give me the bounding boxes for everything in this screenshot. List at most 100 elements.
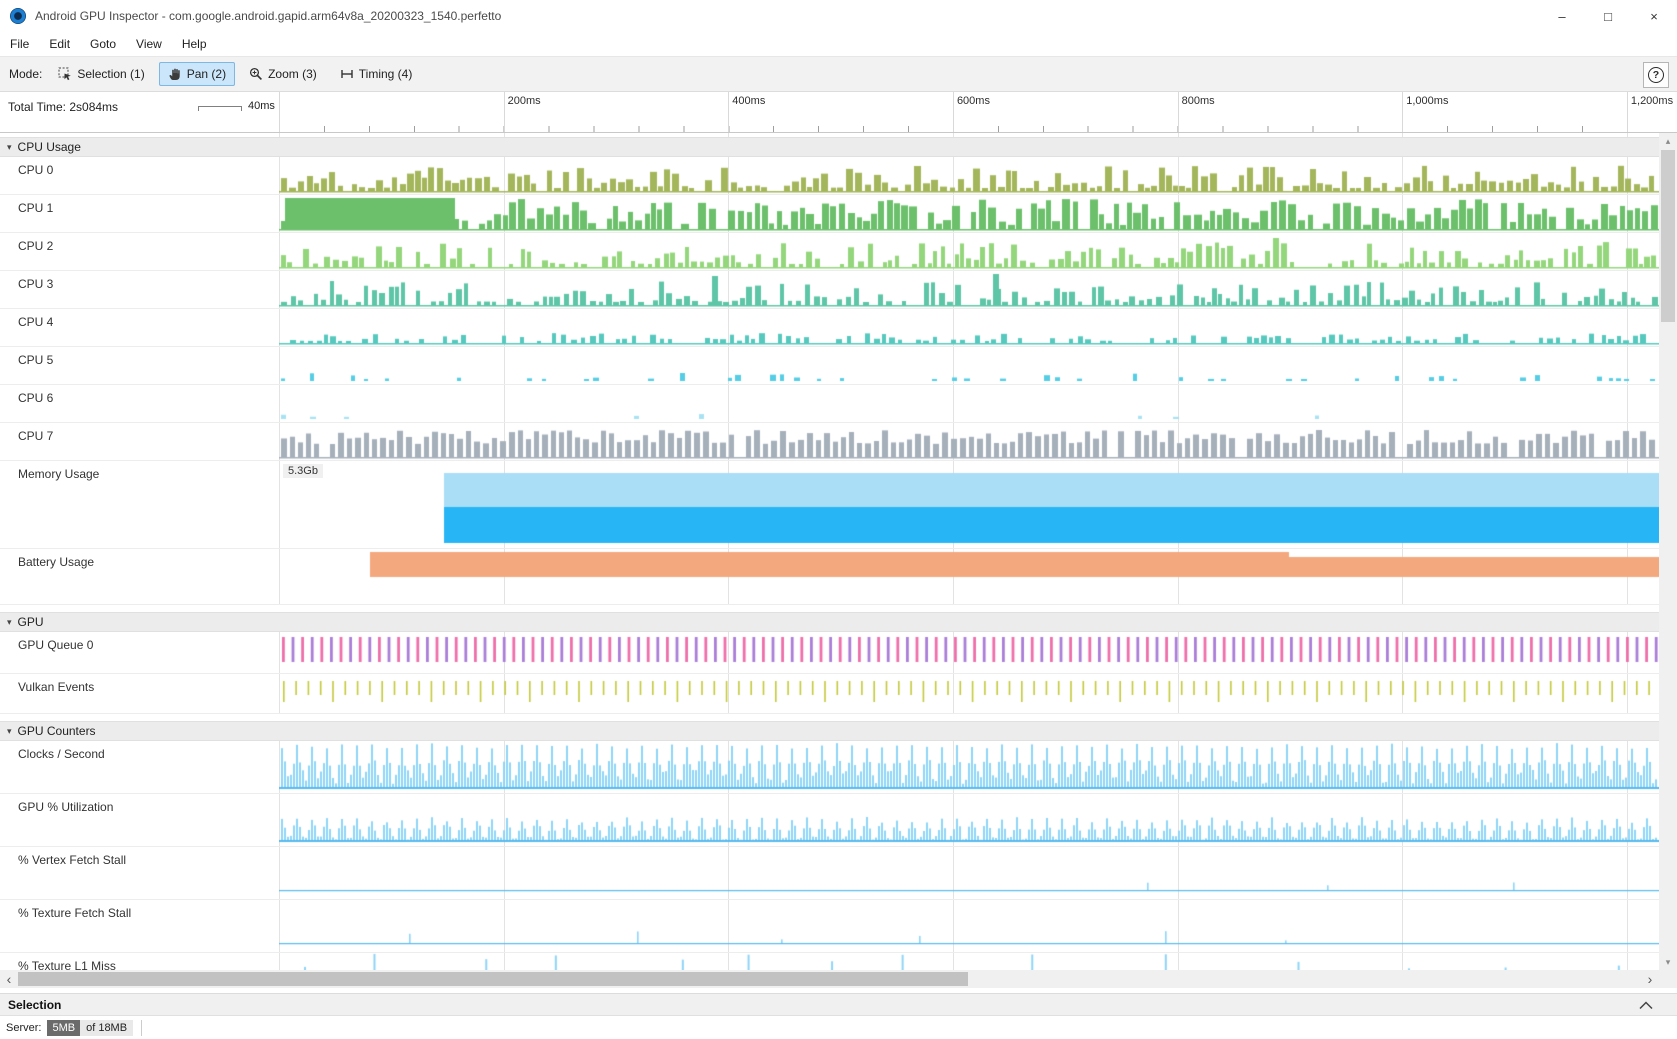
track-label: CPU 3 <box>0 271 279 308</box>
tool-button-selection[interactable]: Selection (1) <box>49 62 153 86</box>
ruler-tick-label: 1,200ms <box>1631 95 1673 107</box>
menu-file[interactable]: File <box>0 32 39 56</box>
minimize-button[interactable]: – <box>1539 0 1585 32</box>
menu-edit[interactable]: Edit <box>39 32 80 56</box>
tool-button-label: Selection (1) <box>77 67 144 81</box>
track-label: CPU 2 <box>0 233 279 270</box>
selection-icon <box>58 67 72 81</box>
track-spacer <box>0 605 1659 612</box>
horizontal-scroll-thumb[interactable] <box>18 972 968 986</box>
track-row-clocks: Clocks / Second <box>0 741 1659 794</box>
window-title: Android GPU Inspector - com.google.andro… <box>35 9 501 23</box>
tool-button-timing[interactable]: Timing (4) <box>331 62 422 86</box>
maximize-button[interactable]: □ <box>1585 0 1631 32</box>
track-row-memory: Memory Usage5.3Gb <box>0 461 1659 549</box>
ruler-major-tick <box>1627 92 1628 132</box>
server-memory-used: 5MB <box>47 1020 80 1036</box>
menu-help[interactable]: Help <box>172 32 217 56</box>
collapse-arrow-icon: ▾ <box>7 727 12 736</box>
track-row-cpu5: CPU 5 <box>0 347 1659 385</box>
help-icon: ? <box>1648 67 1664 83</box>
collapse-arrow-icon: ▾ <box>7 618 12 627</box>
track-list: ▾ CPU Usage CPU 0CPU 1CPU 2CPU 3CPU 4CPU 5… <box>0 133 1659 970</box>
track-label: Battery Usage <box>0 549 279 604</box>
section-header-cpu-usage[interactable]: ▾ CPU Usage <box>0 137 1659 157</box>
help-button[interactable]: ? <box>1643 62 1669 88</box>
section-label: CPU Usage <box>18 140 81 154</box>
scroll-left-arrow-icon[interactable]: ‹ <box>0 970 18 988</box>
track-label: CPU 1 <box>0 195 279 232</box>
track-canvas-cpu3[interactable] <box>279 271 1659 308</box>
scale-label: 40ms <box>248 100 275 112</box>
tool-button-label: Pan (2) <box>187 67 226 81</box>
timeline-ruler[interactable]: Total Time: 2s084ms 40ms 200ms400ms600ms… <box>0 92 1677 133</box>
track-row-vertex-fetch-stall: % Vertex Fetch Stall <box>0 847 1659 900</box>
server-label: Server: <box>6 1022 41 1034</box>
track-canvas-vulkan-events[interactable] <box>279 674 1659 713</box>
horizontal-scrollbar[interactable]: ‹ › <box>0 970 1659 988</box>
pan-icon <box>168 67 182 81</box>
track-canvas-clocks[interactable] <box>279 741 1659 793</box>
timing-icon <box>340 67 354 81</box>
section-header-gpu[interactable]: ▾GPU <box>0 612 1659 632</box>
tool-button-pan[interactable]: Pan (2) <box>159 62 235 86</box>
track-canvas-vertex-fetch-stall[interactable] <box>279 847 1659 899</box>
ruler-tick-label: 800ms <box>1182 95 1215 107</box>
title-bar: Android GPU Inspector - com.google.andro… <box>0 0 1677 32</box>
track-canvas-cpu7[interactable] <box>279 423 1659 460</box>
menu-goto[interactable]: Goto <box>80 32 126 56</box>
track-row-cpu7: CPU 7 <box>0 423 1659 461</box>
track-canvas-texture-l1-miss[interactable] <box>279 953 1659 970</box>
ruler-tick-label: 1,000ms <box>1406 95 1448 107</box>
track-label: Clocks / Second <box>0 741 279 793</box>
toolbar: Mode: Selection (1) Pan (2) Zoom (3) Timing… <box>0 56 1677 92</box>
scroll-down-arrow-icon[interactable]: ▾ <box>1659 954 1677 970</box>
section-header-gpu-counters[interactable]: ▾GPU Counters <box>0 721 1659 741</box>
track-canvas-cpu4[interactable] <box>279 309 1659 346</box>
tool-button-group: Selection (1) Pan (2) Zoom (3) Timing (4) <box>49 62 421 86</box>
track-row-texture-l1-miss: % Texture L1 Miss <box>0 953 1659 970</box>
selection-panel-header[interactable]: Selection <box>0 993 1677 1015</box>
tool-button-zoom[interactable]: Zoom (3) <box>240 62 326 86</box>
mode-label: Mode: <box>9 67 42 81</box>
track-label: Memory Usage <box>0 461 279 548</box>
track-row-cpu2: CPU 2 <box>0 233 1659 271</box>
track-row-cpu1: CPU 1 <box>0 195 1659 233</box>
track-spacer <box>0 714 1659 721</box>
track-label: CPU 6 <box>0 385 279 422</box>
track-row-cpu0: CPU 0 <box>0 157 1659 195</box>
scroll-right-arrow-icon[interactable]: › <box>1641 970 1659 988</box>
track-canvas-gpu-util[interactable] <box>279 794 1659 846</box>
ruler-tick-label: 600ms <box>957 95 990 107</box>
ruler-major-tick <box>953 92 954 132</box>
vertical-scrollbar[interactable]: ▴ ▾ <box>1659 133 1677 970</box>
status-bar: Server: 5MB of 18MB <box>0 1015 1677 1039</box>
zoom-icon <box>249 67 263 81</box>
track-row-gpu-util: GPU % Utilization <box>0 794 1659 847</box>
total-time-label: Total Time: 2s084ms <box>8 100 118 114</box>
track-row-cpu4: CPU 4 <box>0 309 1659 347</box>
track-label: CPU 4 <box>0 309 279 346</box>
vertical-scroll-thumb[interactable] <box>1661 150 1675 322</box>
track-canvas-cpu6[interactable] <box>279 385 1659 422</box>
server-memory-total: of 18MB <box>80 1020 133 1036</box>
track-canvas-memory[interactable] <box>279 461 1659 548</box>
track-canvas-cpu0[interactable] <box>279 157 1659 194</box>
track-canvas-battery[interactable] <box>279 549 1659 604</box>
track-canvas-cpu1[interactable] <box>279 195 1659 232</box>
tool-button-label: Zoom (3) <box>268 67 317 81</box>
close-button[interactable]: × <box>1631 0 1677 32</box>
track-label: CPU 5 <box>0 347 279 384</box>
track-canvas-cpu5[interactable] <box>279 347 1659 384</box>
app-window: Android GPU Inspector - com.google.andro… <box>0 0 1677 1039</box>
scroll-up-arrow-icon[interactable]: ▴ <box>1659 133 1677 149</box>
track-label: GPU Queue 0 <box>0 632 279 673</box>
selection-panel-chevron-icon[interactable] <box>1639 1001 1653 1010</box>
track-canvas-texture-fetch-stall[interactable] <box>279 900 1659 952</box>
ruler-major-tick <box>1178 92 1179 132</box>
collapse-arrow-icon: ▾ <box>7 143 12 152</box>
track-canvas-cpu2[interactable] <box>279 233 1659 270</box>
track-canvas-gpu-queue0[interactable] <box>279 632 1659 673</box>
track-label: CPU 7 <box>0 423 279 460</box>
menu-view[interactable]: View <box>126 32 172 56</box>
